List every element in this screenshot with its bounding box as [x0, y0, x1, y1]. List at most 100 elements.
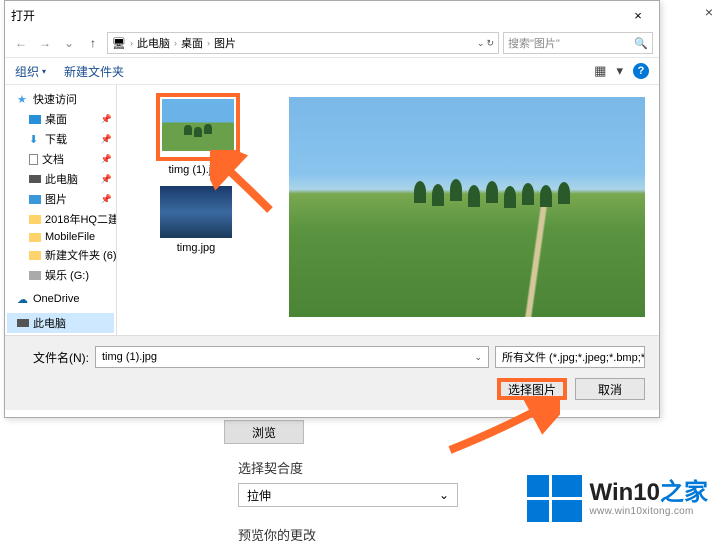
thumbnail-image — [160, 186, 232, 238]
pin-icon: 📌 — [101, 154, 112, 165]
filetype-value: 所有文件 (*.jpg;*.jpeg;*.bmp;*. — [502, 349, 645, 365]
file-open-dialog: 打开 × ← → ⌄ ↑ 🖥 › 此电脑 › 桌面 › 图片 ⌄↻ 搜索"图片"… — [4, 0, 660, 418]
sidebar-onedrive[interactable]: ☁ OneDrive — [7, 291, 114, 307]
sidebar-label: 此电脑 — [45, 171, 78, 187]
watermark-url: www.win10xitong.com — [590, 506, 708, 517]
new-folder-button[interactable]: 新建文件夹 — [64, 63, 124, 80]
chevron-right-icon: › — [174, 38, 177, 48]
sidebar-label: OneDrive — [33, 293, 79, 305]
outer-close-button[interactable]: × — [694, 0, 724, 24]
download-icon: ⬇ — [29, 133, 41, 145]
pin-icon: 📌 — [101, 174, 112, 185]
fit-value: 拉伸 — [247, 487, 271, 504]
filename-label: 文件名(N): — [19, 349, 89, 366]
desktop-icon — [29, 115, 41, 124]
breadcrumb-desktop[interactable]: 桌面 — [181, 35, 203, 51]
browse-button[interactable]: 浏览 — [224, 420, 304, 444]
filename-input[interactable]: timg (1).jpg ⌄ — [95, 346, 489, 368]
fit-select[interactable]: 拉伸 ⌄ — [238, 483, 458, 507]
view-dropdown-button[interactable]: ▾ — [616, 63, 623, 79]
chevron-right-icon: › — [130, 38, 133, 48]
sidebar-desktop[interactable]: 桌面 📌 — [7, 109, 114, 129]
preview-label: 预览你的更改 — [238, 525, 714, 544]
folder-icon — [29, 251, 41, 260]
sidebar-folder3[interactable]: 新建文件夹 (6) — [7, 245, 114, 265]
titlebar: 打开 × — [5, 1, 659, 29]
sidebar-label: 文档 — [42, 151, 64, 167]
organize-menu[interactable]: 组织 ▾ — [15, 63, 46, 80]
pin-icon: 📌 — [101, 114, 112, 125]
folder-icon — [29, 215, 41, 224]
help-icon[interactable]: ? — [633, 63, 649, 79]
sidebar-this-pc-main[interactable]: 此电脑 — [7, 313, 114, 333]
breadcrumb[interactable]: 🖥 › 此电脑 › 桌面 › 图片 ⌄↻ — [107, 32, 499, 54]
chevron-down-icon[interactable]: ⌄ — [474, 352, 482, 363]
windows-logo-icon — [527, 475, 582, 522]
chevron-down-icon: ⌄ — [439, 488, 449, 502]
star-icon: ★ — [17, 93, 29, 105]
sidebar-downloads[interactable]: ⬇ 下载 📌 — [7, 129, 114, 149]
sidebar: ★快速访问 桌面 📌 ⬇ 下载 📌 文档 📌 此电脑 📌 图片 📌 2018年HQ二建 Mo… — [5, 85, 117, 335]
document-icon — [29, 154, 38, 165]
pin-icon: 📌 — [101, 134, 112, 145]
sidebar-drive[interactable]: 娱乐 (G:) — [7, 265, 114, 285]
filename-value: timg (1).jpg — [102, 351, 157, 363]
file-name: timg.jpg — [156, 242, 236, 254]
filetype-select[interactable]: 所有文件 (*.jpg;*.jpeg;*.bmp;*. ⌄ — [495, 346, 645, 368]
chevron-right-icon: › — [207, 38, 210, 48]
organize-label: 组织 — [15, 63, 39, 80]
refresh-split-icon[interactable]: ↻ — [486, 38, 494, 49]
sidebar-label: 新建文件夹 (6) — [45, 247, 117, 263]
breadcrumb-folder[interactable]: 图片 — [214, 35, 236, 51]
sidebar-label: 图片 — [45, 191, 67, 207]
cancel-button[interactable]: 取消 — [575, 378, 645, 400]
back-button[interactable]: ← — [11, 33, 31, 53]
sidebar-label: 下载 — [45, 131, 67, 147]
drive-icon — [29, 271, 41, 280]
pc-icon — [17, 319, 29, 327]
pc-icon: 🖥 — [112, 37, 126, 50]
toolbar: 组织 ▾ 新建文件夹 ▦ ▾ ? — [5, 57, 659, 85]
forward-button[interactable]: → — [35, 33, 55, 53]
sidebar-label: 桌面 — [45, 111, 67, 127]
file-item-selected[interactable]: timg (1).jpg — [156, 93, 236, 176]
file-grid: timg (1).jpg timg.jpg — [117, 85, 275, 335]
pictures-icon — [29, 195, 41, 204]
up-button[interactable]: ↑ — [83, 33, 103, 53]
sidebar-label: 此电脑 — [33, 315, 66, 331]
breadcrumb-pc[interactable]: 此电脑 — [137, 35, 170, 51]
close-button[interactable]: × — [623, 8, 653, 23]
search-icon: 🔍 — [634, 37, 648, 50]
navbar: ← → ⌄ ↑ 🖥 › 此电脑 › 桌面 › 图片 ⌄↻ 搜索"图片" 🔍 — [5, 29, 659, 57]
watermark: Win10之家 www.win10xitong.com — [527, 475, 708, 522]
new-folder-label: 新建文件夹 — [64, 63, 124, 80]
pc-icon — [29, 175, 41, 183]
onedrive-icon: ☁ — [17, 293, 29, 305]
sidebar-pictures[interactable]: 图片 📌 — [7, 189, 114, 209]
folder-icon — [29, 233, 41, 242]
sidebar-documents[interactable]: 文档 📌 — [7, 149, 114, 169]
dialog-title: 打开 — [11, 7, 623, 24]
open-button[interactable]: 选择图片 — [497, 378, 567, 400]
file-item[interactable]: timg.jpg — [156, 186, 236, 254]
file-name: timg (1).jpg — [156, 164, 236, 176]
chevron-down-icon[interactable]: ⌄ — [477, 38, 485, 49]
search-placeholder: 搜索"图片" — [508, 35, 560, 51]
recent-button[interactable]: ⌄ — [59, 33, 79, 53]
watermark-title-zh: 之家 — [660, 479, 708, 506]
sidebar-label: 2018年HQ二建 — [45, 211, 117, 227]
preview-pane — [275, 85, 659, 335]
watermark-title-en: Win10 — [590, 479, 660, 506]
sidebar-quick-access[interactable]: ★快速访问 — [7, 89, 114, 109]
chevron-down-icon: ▾ — [42, 67, 46, 76]
pin-icon: 📌 — [101, 194, 112, 205]
view-mode-button[interactable]: ▦ — [594, 63, 606, 79]
sidebar-folder1[interactable]: 2018年HQ二建 — [7, 209, 114, 229]
search-input[interactable]: 搜索"图片" 🔍 — [503, 32, 653, 54]
thumbnail-image — [162, 99, 234, 151]
sidebar-folder2[interactable]: MobileFile — [7, 229, 114, 245]
bottom-bar: 文件名(N): timg (1).jpg ⌄ 所有文件 (*.jpg;*.jpe… — [5, 335, 659, 410]
preview-image — [289, 97, 645, 317]
sidebar-this-pc[interactable]: 此电脑 📌 — [7, 169, 114, 189]
sidebar-label: MobileFile — [45, 231, 95, 243]
